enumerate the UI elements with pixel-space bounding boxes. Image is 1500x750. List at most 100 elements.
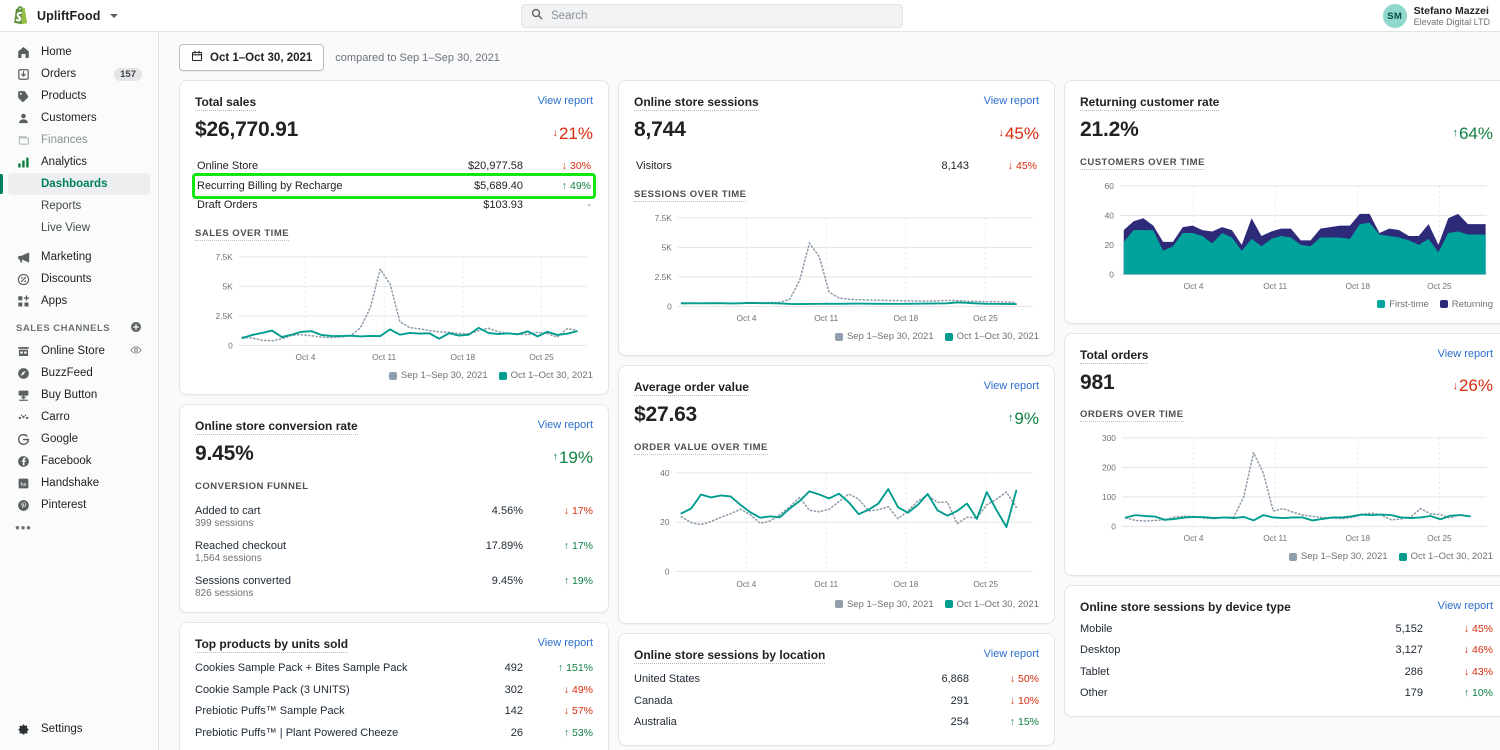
card-total-sales: Total sales View report $26,770.91 ↓ 21% … (179, 80, 609, 395)
product-change: ↑ 151% (557, 662, 593, 675)
list-item[interactable]: Mobile 5,152 ↓ 45% (1080, 619, 1493, 639)
svg-text:7.5K: 7.5K (216, 252, 234, 262)
view-report-link[interactable]: View report (984, 95, 1039, 107)
legend-swatch (1398, 552, 1407, 561)
list-item[interactable]: Tablet 286 ↓ 43% (1080, 662, 1493, 682)
card-top-products: Top products by units sold View report C… (179, 621, 609, 750)
sidebar-item-google[interactable]: Google (8, 428, 150, 450)
sidebar-item-orders[interactable]: Orders 157 (8, 63, 150, 85)
svg-text:Oct 25: Oct 25 (973, 313, 998, 323)
sidebar-item-buzzfeed[interactable]: BuzzFeed (8, 362, 150, 384)
view-report-link[interactable]: View report (538, 95, 593, 107)
sidebar-label: Analytics (41, 156, 88, 168)
svg-text:0: 0 (1111, 521, 1116, 531)
list-item[interactable]: Cookie Sample Pack (3 UNITS) 302 ↓ 49% (195, 680, 593, 700)
finances-icon (16, 133, 31, 148)
funnel-row[interactable]: Added to cart 399 sessions 4.56% ↓ 17% (195, 505, 593, 529)
sidebar-item-home[interactable]: Home (8, 41, 150, 63)
sidebar-item-finances[interactable]: Finances (8, 129, 150, 151)
sidebar-item-buy-button[interactable]: Buy Button (8, 384, 150, 406)
search-input[interactable] (551, 10, 893, 22)
funnel-change: ↓ 17% (563, 504, 593, 517)
table-row[interactable]: Draft Orders $103.93 - (195, 196, 593, 216)
sidebar-label: Customers (41, 112, 97, 124)
view-report-link[interactable]: View report (538, 637, 593, 649)
user-menu[interactable]: SM Stefano Mazzei Elevate Digital LTD (1382, 4, 1490, 28)
legend-item-previous[interactable]: Sep 1–Sep 30, 2021 (834, 331, 934, 342)
legend-item-current[interactable]: Oct 1–Oct 30, 2021 (944, 599, 1039, 610)
table-row[interactable]: Visitors 8,143 ↓ 45% (634, 157, 1039, 177)
table-row[interactable]: Online Store $20,977.58 ↓ 30% (195, 157, 593, 177)
sidebar-item-discounts[interactable]: Discounts (8, 268, 150, 290)
legend-item-previous[interactable]: Sep 1–Sep 30, 2021 (1288, 551, 1388, 562)
date-range-button[interactable]: Oct 1–Oct 30, 2021 (179, 44, 325, 71)
sidebar-item-pinterest[interactable]: Pinterest (8, 494, 150, 516)
sidebar-item-marketing[interactable]: Marketing (8, 246, 150, 268)
sidebar-item-apps[interactable]: Apps (8, 290, 150, 312)
sidebar-item-handshake[interactable]: hs Handshake (8, 472, 150, 494)
funnel-name: Sessions converted (195, 574, 291, 587)
list-item[interactable]: United States 6,868 ↓ 50% (634, 670, 1039, 690)
facebook-icon (16, 454, 31, 469)
funnel-row[interactable]: Sessions converted 826 sessions 9.45% ↑ 1… (195, 575, 593, 599)
sidebar-item-analytics[interactable]: Analytics (8, 151, 150, 173)
sidebar-item-facebook[interactable]: Facebook (8, 450, 150, 472)
legend-item-first-time[interactable]: First-time (1377, 299, 1429, 310)
svg-text:Oct 18: Oct 18 (894, 579, 919, 589)
sidebar-item-products[interactable]: Products (8, 85, 150, 107)
card-title: Online store sessions by device type (1080, 600, 1291, 614)
main-nav: Home Orders 157 Products Customers Finan… (0, 41, 158, 312)
brand-menu[interactable]: UpliftFood (0, 6, 160, 25)
card-sessions-by-device-type: Online store sessions by device type Vie… (1064, 585, 1500, 717)
view-report-link[interactable]: View report (1438, 348, 1493, 360)
metric-value: 9.45% (195, 442, 254, 465)
legend-swatch (1439, 300, 1448, 308)
legend-item-current[interactable]: Oct 1–Oct 30, 2021 (498, 370, 593, 381)
search-box[interactable] (521, 4, 903, 28)
list-item[interactable]: Desktop 3,127 ↓ 46% (1080, 641, 1493, 661)
table-row-highlighted[interactable]: Recurring Billing by Recharge $5,689.40 … (192, 173, 596, 199)
sidebar-item-carro[interactable]: Carro (8, 406, 150, 428)
sidebar-item-reports[interactable]: Reports (8, 195, 150, 217)
row-name: Visitors (636, 160, 672, 173)
view-report-link[interactable]: View report (984, 380, 1039, 392)
top-bar: UpliftFood SM Stefano Mazzei Elevate Dig… (0, 0, 1500, 32)
sidebar-item-live-view[interactable]: Live View (8, 217, 150, 239)
sidebar-item-settings[interactable]: Settings (8, 718, 151, 740)
list-item[interactable]: Australia 254 ↑ 15% (634, 713, 1039, 733)
card-sessions-by-location: Online store sessions by location View r… (618, 632, 1055, 746)
sidebar-label: Marketing (41, 251, 92, 263)
view-report-link[interactable]: View report (984, 648, 1039, 660)
sidebar-item-dashboards[interactable]: Dashboards (0, 173, 150, 195)
sidebar-item-online-store[interactable]: Online Store (8, 340, 150, 362)
sidebar-more-button[interactable]: ••• (8, 516, 150, 538)
funnel-row[interactable]: Reached checkout 1,564 sessions 17.89% ↑… (195, 540, 593, 564)
legend-item-previous[interactable]: Sep 1–Sep 30, 2021 (834, 599, 934, 610)
view-report-link[interactable]: View report (1438, 600, 1493, 612)
card-total-orders: Total orders View report 981 ↓ 26% ORDERS… (1064, 332, 1500, 576)
view-report-link[interactable]: View report (538, 419, 593, 431)
eye-icon[interactable] (130, 344, 142, 359)
legend-item-returning[interactable]: Returning (1439, 298, 1493, 310)
list-item[interactable]: Prebiotic Puffs™ Sample Pack 142 ↓ 57% (195, 702, 593, 722)
sales-channels-label: SALES CHANNELS (16, 323, 111, 334)
legend-item-current[interactable]: Oct 1–Oct 30, 2021 (944, 331, 1039, 342)
list-item[interactable]: Other 179 ↑ 10% (1080, 684, 1493, 704)
list-item[interactable]: Canada 291 ↓ 10% (634, 691, 1039, 711)
add-channel-icon[interactable] (130, 321, 142, 336)
legend-label: Returning (1451, 298, 1493, 310)
metric-delta: ↓ 21% (552, 123, 593, 143)
card-conversion-rate: Online store conversion rate View report… (179, 404, 609, 613)
legend-item-current[interactable]: Oct 1–Oct 30, 2021 (1398, 551, 1493, 562)
list-item[interactable]: Prebiotic Puffs™ | Plant Powered Cheeze … (195, 723, 593, 743)
location-name: United States (634, 673, 701, 686)
funnel-change: ↑ 19% (563, 574, 593, 587)
sidebar-item-customers[interactable]: Customers (8, 107, 150, 129)
buy-button-icon (16, 388, 31, 403)
legend-item-previous[interactable]: Sep 1–Sep 30, 2021 (388, 370, 488, 381)
legend-label: Oct 1–Oct 30, 2021 (510, 370, 593, 381)
legend-label: Oct 1–Oct 30, 2021 (956, 331, 1039, 342)
list-item[interactable]: Cookies Sample Pack + Bites Sample Pack … (195, 659, 593, 679)
chevron-down-icon[interactable] (110, 13, 119, 18)
sidebar: Home Orders 157 Products Customers Finan… (0, 32, 159, 750)
